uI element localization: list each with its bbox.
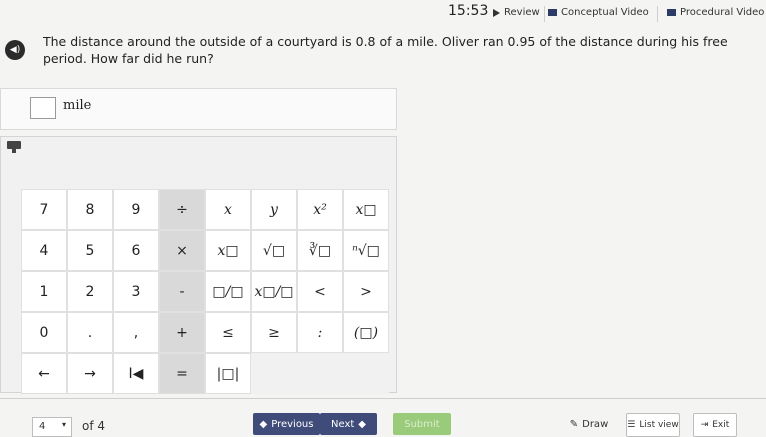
keypad-key[interactable]: 7 <box>21 189 67 230</box>
conceptual-video-label: Conceptual Video <box>561 7 649 18</box>
keypad-key[interactable]: ≥ <box>251 312 297 353</box>
page-select-value: 4 <box>39 421 46 432</box>
keypad-key[interactable]: ⁿ√□ <box>343 230 389 271</box>
draw-label: Draw <box>582 418 609 430</box>
keypad-key[interactable]: 8 <box>67 189 113 230</box>
keypad-key[interactable]: x <box>205 189 251 230</box>
previous-button[interactable]: ◆ Previous <box>253 413 320 435</box>
keypad-key[interactable]: ÷ <box>159 189 205 230</box>
keypad-key[interactable]: ∛□ <box>297 230 343 271</box>
keypad-blank <box>251 353 297 394</box>
keypad-key[interactable]: x□ <box>205 230 251 271</box>
arrow-right-icon: ◆ <box>358 418 366 430</box>
keypad-key[interactable]: × <box>159 230 205 271</box>
review-label: Review <box>504 7 540 18</box>
math-keypad: 7 8 9 ÷ x y x² x□ 4 5 6 × x□ √□ ∛□ ⁿ√□ 1 2 3- □/□ x□/□ < >0., +… <box>0 136 397 394</box>
keypad-key[interactable]: 6 <box>113 230 159 271</box>
keypad-key[interactable]: 2 <box>67 271 113 312</box>
submit-label: Submit <box>404 418 440 430</box>
keypad-key[interactable]: , <box>113 312 159 353</box>
bottom-bar: 4 ▾ of 4 ◆ Previous Next ◆ Submit ✎ Draw… <box>0 398 766 437</box>
audio-icon[interactable]: ◀) <box>5 40 25 60</box>
keypad-key[interactable]: ← <box>21 353 67 394</box>
divider <box>657 6 658 22</box>
keypad-key[interactable]: x□ <box>343 189 389 230</box>
keypad-grid: 7 8 9 ÷ x y x² x□ 4 5 6 × x□ √□ ∛□ ⁿ√□ 1 2 3- □/□ x□/□ < >0., +… <box>21 189 389 394</box>
exit-label: Exit <box>712 420 730 430</box>
arrow-left-icon: ◆ <box>259 418 268 430</box>
list-icon: ☰ <box>627 420 636 430</box>
keypad-key[interactable]: 0 <box>21 312 67 353</box>
keypad-key[interactable]: : <box>297 312 343 353</box>
clock: 15:53 <box>448 3 489 19</box>
keypad-key[interactable]: < <box>297 271 343 312</box>
keypad-key[interactable]: |□| <box>205 353 251 394</box>
next-button[interactable]: Next ◆ <box>320 413 377 435</box>
exit-button[interactable]: ⇥ Exit <box>693 413 737 437</box>
question-text: The distance around the outside of a cou… <box>43 34 728 66</box>
keypad-key[interactable]: □/□ <box>205 271 251 312</box>
answer-area: mile <box>0 88 397 130</box>
draw-button[interactable]: ✎ Draw <box>562 413 616 435</box>
submit-button[interactable]: Submit <box>393 413 451 435</box>
review-link[interactable]: Review <box>493 7 540 18</box>
keypad-key[interactable]: I◀ <box>113 353 159 394</box>
keypad-key[interactable]: 4 <box>21 230 67 271</box>
keyboard-toggle-icon[interactable] <box>7 141 21 153</box>
keypad-key[interactable]: √□ <box>251 230 297 271</box>
keypad-key[interactable]: - <box>159 271 205 312</box>
chevron-down-icon: ▾ <box>61 420 66 429</box>
list-view-label: List view <box>639 420 679 430</box>
keypad-key[interactable]: + <box>159 312 205 353</box>
keypad-key[interactable]: 3 <box>113 271 159 312</box>
next-label: Next <box>331 418 355 430</box>
keypad-key[interactable]: 1 <box>21 271 67 312</box>
procedural-video-label: Procedural Video <box>680 7 765 18</box>
keypad-key[interactable]: x² <box>297 189 343 230</box>
keypad-key[interactable]: = <box>159 353 205 394</box>
keypad-key[interactable]: x□/□ <box>251 271 297 312</box>
keypad-key[interactable]: (□) <box>343 312 389 353</box>
answer-unit: mile <box>63 98 92 113</box>
keypad-blank <box>343 353 389 394</box>
divider <box>544 6 545 22</box>
answer-input[interactable] <box>30 97 56 119</box>
keypad-blank <box>297 353 343 394</box>
keypad-key[interactable]: 9 <box>113 189 159 230</box>
keypad-key[interactable]: > <box>343 271 389 312</box>
play-icon <box>493 8 500 17</box>
page-select[interactable]: 4 ▾ <box>32 417 72 437</box>
keypad-key[interactable]: ≤ <box>205 312 251 353</box>
list-view-button[interactable]: ☰ List view <box>626 413 680 437</box>
top-bar: 15:53 Review Conceptual Video Procedural… <box>0 0 766 28</box>
conceptual-video-link[interactable]: Conceptual Video <box>548 7 649 18</box>
procedural-video-link[interactable]: Procedural Video <box>667 7 764 18</box>
page-total: of 4 <box>82 419 106 433</box>
video-icon <box>667 9 676 16</box>
previous-label: Previous <box>271 418 314 430</box>
keypad-key[interactable]: → <box>67 353 113 394</box>
keypad-key[interactable]: . <box>67 312 113 353</box>
pencil-icon: ✎ <box>569 418 579 430</box>
exit-icon: ⇥ <box>700 420 709 430</box>
keypad-key[interactable]: 5 <box>67 230 113 271</box>
keypad-key[interactable]: y <box>251 189 297 230</box>
video-icon <box>548 9 557 16</box>
